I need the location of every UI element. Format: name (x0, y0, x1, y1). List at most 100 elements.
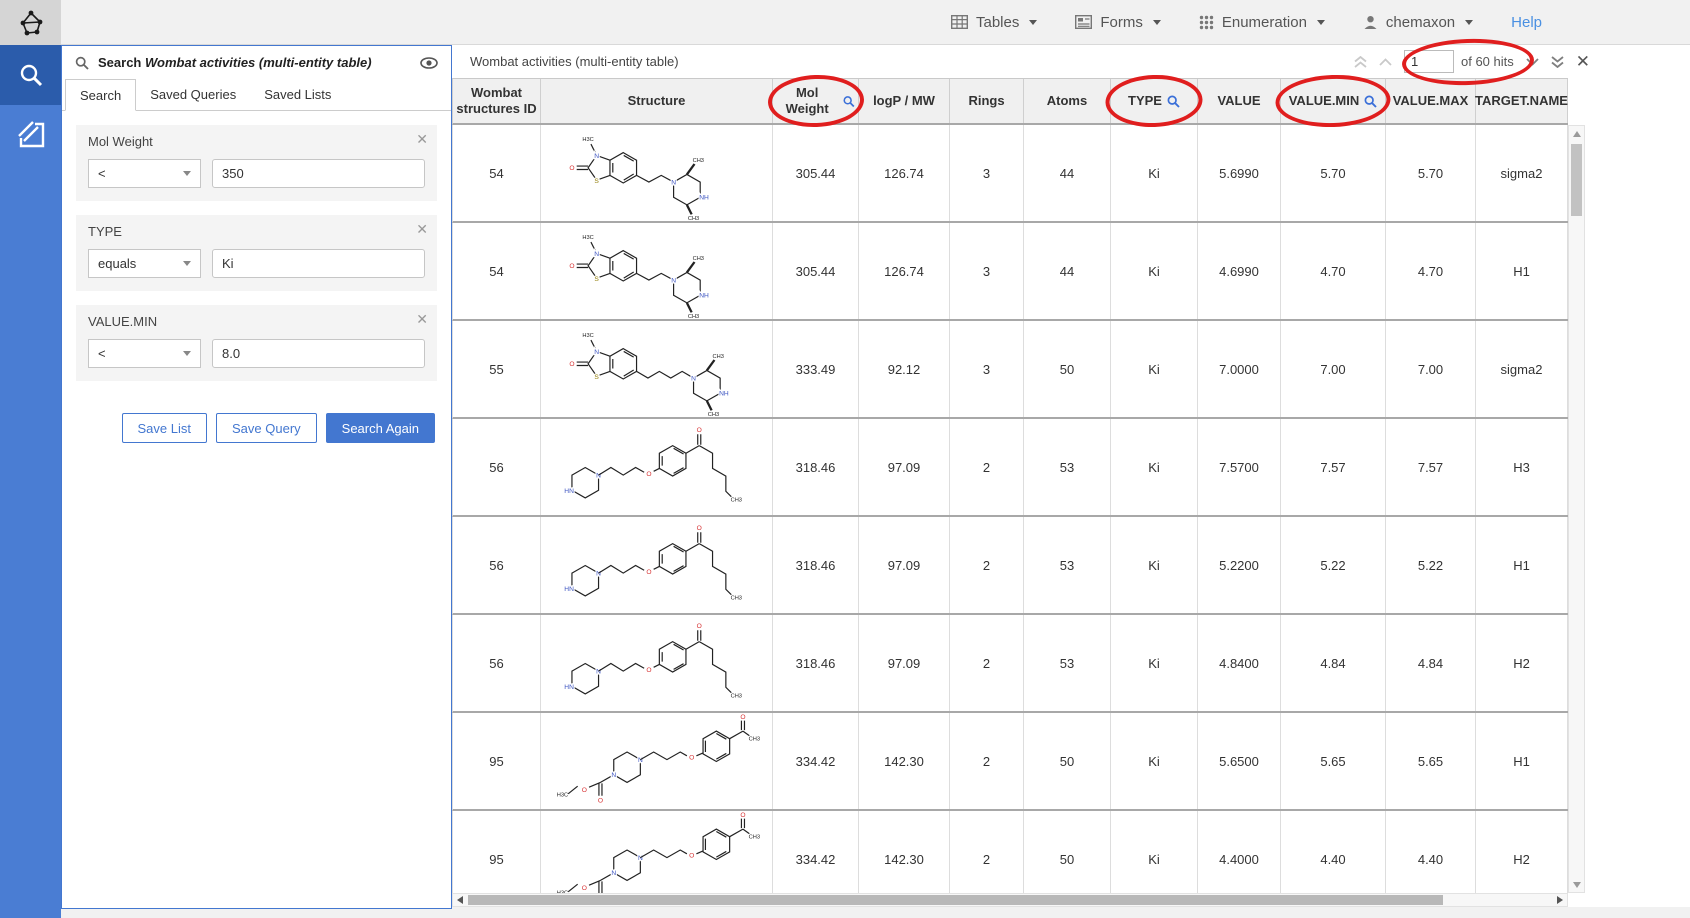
close-icon[interactable]: ✕ (416, 132, 428, 146)
cell-value-min: 4.84 (1281, 615, 1386, 711)
close-icon[interactable]: ✕ (416, 222, 428, 236)
search-panel-tabs: Search Saved Queries Saved Lists (62, 79, 451, 111)
menu-user-chemaxon[interactable]: chemaxon (1363, 14, 1473, 31)
operator-select[interactable]: < (88, 159, 201, 188)
column-header-logp-mw[interactable]: logP / MW (859, 79, 950, 123)
tab-saved-queries[interactable]: Saved Queries (136, 79, 250, 110)
filter-value-input[interactable] (212, 249, 425, 278)
filter-value-input[interactable] (212, 339, 425, 368)
sidebar-tool-structure-editor[interactable] (0, 105, 61, 165)
table-row[interactable]: 54305.44126.74344Ki5.69905.705.70sigma2 (452, 125, 1568, 223)
cell-value-min: 7.00 (1281, 321, 1386, 417)
table-row[interactable]: 56318.4697.09253Ki7.57007.577.57H3 (452, 419, 1568, 517)
vertical-scrollbar[interactable] (1568, 125, 1585, 893)
column-header-wombat-structures-id[interactable]: Wombat structures ID (453, 79, 541, 123)
column-search-icon[interactable] (1364, 95, 1377, 108)
structure-thumbnail (544, 322, 769, 417)
tab-saved-lists[interactable]: Saved Lists (250, 79, 345, 110)
enumeration-icon (1199, 15, 1214, 30)
structure-cell[interactable] (541, 517, 773, 613)
structure-cell[interactable] (541, 811, 773, 893)
scroll-left-button[interactable] (453, 894, 467, 906)
operator-select[interactable]: < (88, 339, 201, 368)
cell-target-name: H2 (1476, 615, 1568, 711)
column-search-icon[interactable] (843, 95, 855, 108)
horizontal-scrollbar[interactable] (452, 893, 1568, 907)
cell-value-max: 4.84 (1386, 615, 1476, 711)
search-again-button[interactable]: Search Again (326, 413, 435, 443)
record-number-input[interactable] (1404, 50, 1454, 73)
table-row[interactable]: 54305.44126.74344Ki4.69904.704.70H1 (452, 223, 1568, 321)
horizontal-scrollbar-thumb[interactable] (468, 895, 1443, 905)
table-row[interactable]: 56318.4697.09253Ki4.84004.844.84H2 (452, 615, 1568, 713)
column-header-mol-weight[interactable]: Mol Weight (773, 79, 859, 123)
cell-value-max: 5.22 (1386, 517, 1476, 613)
column-header-type[interactable]: TYPE (1111, 79, 1198, 123)
last-record-button[interactable] (1551, 56, 1564, 68)
table-row[interactable]: 95334.42142.30250Ki5.65005.655.65H1 (452, 713, 1568, 811)
structure-cell[interactable] (541, 223, 773, 319)
menu-forms[interactable]: Forms (1075, 14, 1161, 31)
menu-tables[interactable]: Tables (951, 14, 1037, 31)
column-header-atoms[interactable]: Atoms (1024, 79, 1111, 123)
column-header-label: VALUE.MAX (1393, 93, 1469, 109)
structure-cell[interactable] (541, 419, 773, 515)
cell-target-name: H3 (1476, 419, 1568, 515)
tab-search[interactable]: Search (65, 79, 136, 111)
menu-enumeration[interactable]: Enumeration (1199, 14, 1325, 31)
save-query-button[interactable]: Save Query (216, 413, 317, 443)
operator-select[interactable]: equals (88, 249, 201, 278)
column-header-value-max[interactable]: VALUE.MAX (1386, 79, 1476, 123)
operator-value: < (98, 166, 106, 181)
cell-value: 4.6990 (1198, 223, 1281, 319)
column-header-target-name[interactable]: TARGET.NAME (1476, 79, 1568, 123)
cell-mol-weight: 333.49 (773, 321, 859, 417)
search-panel-buttons: Save List Save Query Search Again (122, 413, 435, 443)
column-header-label: Atoms (1047, 93, 1087, 109)
preview-toggle[interactable] (420, 57, 438, 69)
table-row[interactable]: 95334.42142.30250Ki4.40004.404.40H2 (452, 811, 1568, 893)
structure-cell[interactable] (541, 125, 773, 221)
scroll-up-button[interactable] (1569, 126, 1584, 141)
help-link[interactable]: Help (1511, 14, 1542, 31)
structure-thumbnail (544, 224, 769, 319)
grid-header-row: Wombat structures ID Structure Mol Weightl… (452, 78, 1568, 125)
save-list-button[interactable]: Save List (122, 413, 207, 443)
structure-cell[interactable] (541, 615, 773, 711)
cell-atoms: 53 (1024, 615, 1111, 711)
filter-field-label: TYPE (88, 224, 425, 239)
vertical-scrollbar-thumb[interactable] (1571, 144, 1582, 216)
scroll-down-button[interactable] (1569, 877, 1584, 892)
table-row[interactable]: 56318.4697.09253Ki5.22005.225.22H1 (452, 517, 1568, 615)
first-record-button[interactable] (1354, 56, 1367, 68)
next-record-button[interactable] (1526, 58, 1539, 66)
scroll-right-button[interactable] (1553, 894, 1567, 906)
close-icon[interactable]: ✕ (1576, 53, 1590, 70)
cell-mol-weight: 334.42 (773, 713, 859, 809)
structure-cell[interactable] (541, 321, 773, 417)
triangle-down-icon (1573, 882, 1581, 888)
column-header-label: Structure (628, 93, 686, 109)
cell-logp-mw: 142.30 (859, 811, 950, 893)
structure-cell[interactable] (541, 713, 773, 809)
column-header-structure[interactable]: Structure (541, 79, 773, 123)
cell-value-max: 5.65 (1386, 713, 1476, 809)
cell-target-name: sigma2 (1476, 321, 1568, 417)
search-panel: Search Wombat activities (multi-entity t… (61, 45, 452, 909)
app-window: Tables Forms Enumeration (0, 0, 1690, 918)
cell-mol-weight: 305.44 (773, 125, 859, 221)
previous-record-button[interactable] (1379, 58, 1392, 66)
cell-atoms: 44 (1024, 223, 1111, 319)
sidebar-tool-search[interactable] (0, 45, 61, 105)
column-header-rings[interactable]: Rings (950, 79, 1024, 123)
filter-mol-weight: Mol Weight ✕ < (76, 125, 437, 201)
table-row[interactable]: 55333.4992.12350Ki7.00007.007.00sigma2 (452, 321, 1568, 419)
column-header-value-min[interactable]: VALUE.MIN (1281, 79, 1386, 123)
cell-logp-mw: 97.09 (859, 517, 950, 613)
close-icon[interactable]: ✕ (416, 312, 428, 326)
column-search-icon[interactable] (1167, 95, 1180, 108)
column-header-value[interactable]: VALUE (1198, 79, 1281, 123)
cell-value-max: 7.00 (1386, 321, 1476, 417)
filter-value-input[interactable] (212, 159, 425, 188)
chevron-down-icon (1526, 58, 1539, 66)
